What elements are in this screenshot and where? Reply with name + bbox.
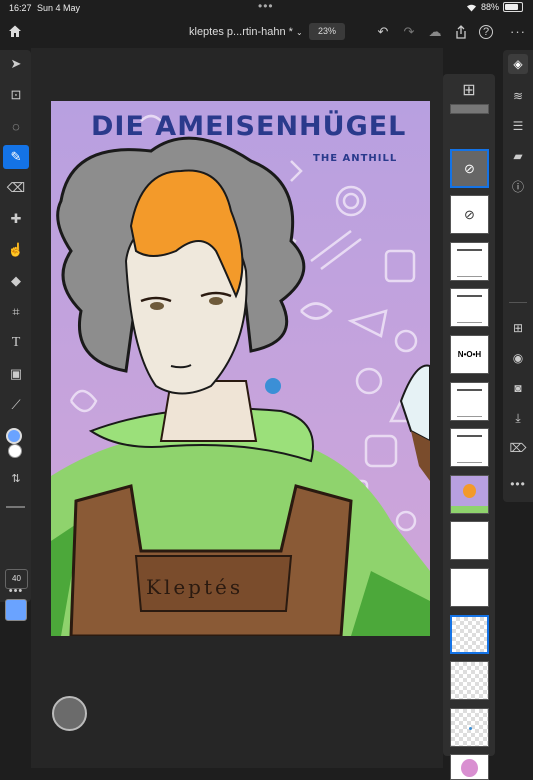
layer-thumbnail[interactable] (450, 568, 489, 607)
more-menu-icon[interactable]: ··· (510, 24, 526, 40)
hidden-eye-icon: ⊘ (464, 207, 475, 222)
cloud-icon[interactable]: ☁ (427, 24, 443, 40)
layer-thumbnail[interactable] (450, 382, 489, 421)
status-right: 88% (466, 2, 523, 12)
adjustments-icon[interactable]: ☰ (508, 116, 528, 136)
bandage-icon: ✚ (10, 211, 22, 226)
eyedropper-icon: ⟋ (11, 397, 21, 412)
add-icon[interactable]: ⊞ (508, 318, 528, 338)
home-icon[interactable] (8, 24, 22, 38)
eraser-icon: ⌫ (6, 180, 26, 195)
layer-thumbnail[interactable] (450, 475, 489, 514)
battery-level (505, 4, 518, 10)
artwork-name-badge: Kleptés (146, 575, 244, 599)
select-tool[interactable]: ➤ (3, 52, 29, 76)
hidden-eye-icon: ⊘ (464, 161, 475, 176)
text-icon: T (11, 335, 21, 350)
crop-tool[interactable]: ⌗ (3, 300, 29, 324)
battery-percent: 88% (480, 2, 499, 12)
artwork-illustration (51, 101, 430, 636)
secondary-color-swatch[interactable] (8, 444, 22, 458)
top-bar: kleptes p...rtin-hahn * ⌄ 23% ↶ ↷ ☁ ? ··… (0, 16, 533, 48)
add-layer-icon[interactable]: ⊞ (460, 82, 478, 100)
more-tools-icon[interactable]: ••• (3, 579, 29, 603)
undo-icon[interactable]: ↶ (375, 24, 391, 40)
layer-thumbnail[interactable] (450, 754, 489, 780)
healing-tool[interactable]: ✚ (3, 207, 29, 231)
layer-thumbnail[interactable] (450, 708, 489, 747)
layer-properties-icon[interactable]: ≋ (508, 86, 528, 106)
brush-size-slider[interactable] (6, 506, 25, 508)
artwork-subtitle: THE ANTHILL (313, 153, 398, 164)
help-icon[interactable]: ? (479, 25, 493, 39)
redo-icon[interactable]: ↷ (401, 24, 417, 40)
smudge-icon: ☝ (7, 242, 25, 257)
layer-thumbnail[interactable] (450, 242, 489, 281)
zoom-level[interactable]: 23% (309, 23, 345, 40)
transform-tool[interactable]: ⊡ (3, 83, 29, 107)
comments-icon[interactable]: ▰ (508, 146, 528, 166)
divider (509, 302, 527, 303)
layer-thumbnail[interactable]: ⊘ (450, 149, 489, 188)
merge-icon[interactable]: ⤓ (508, 408, 528, 428)
left-toolbar: ➤ ⊡ ◌ ✎ ⌫ ✚ ☝ ◆ ⌗ T ▣ ⟋ ⇅ 40 ••• (0, 50, 31, 621)
image-tool[interactable]: ▣ (3, 362, 29, 386)
brush-tool[interactable]: ✎ (3, 145, 29, 169)
layer-thumbnail[interactable]: N•O•H (450, 335, 489, 374)
mask-icon[interactable]: ◙ (508, 378, 528, 398)
layers-icon[interactable]: ◈ (508, 54, 528, 74)
clear-icon[interactable]: ⌦ (508, 438, 528, 458)
type-tool[interactable]: T (3, 331, 29, 355)
multitask-dots[interactable]: ••• (258, 0, 274, 13)
artwork-canvas[interactable]: DIE AMEISENHÜGEL THE ANTHILL Kleptés (51, 101, 430, 636)
status-date: Sun 4 May (37, 3, 81, 13)
layer-thumbnail[interactable] (450, 288, 489, 327)
info-icon[interactable]: ⓘ (508, 176, 528, 196)
layer-thumbnail[interactable] (450, 661, 489, 700)
swap-colors-tool[interactable]: ⇅ (3, 466, 29, 490)
eraser-tool[interactable]: ⌫ (3, 176, 29, 200)
document-title-text: kleptes p...rtin-hahn * (189, 26, 293, 38)
right-toolbar: ◈ ≋ ☰ ▰ ⓘ ⊞ ◉ ◙ ⤓ ⌦ ••• (503, 50, 533, 502)
status-bar: 16:27 Sun 4 May ••• 88% (0, 0, 533, 16)
lasso-icon: ◌ (12, 118, 20, 134)
document-title[interactable]: kleptes p...rtin-hahn * ⌄ (189, 26, 303, 38)
crop-icon: ⌗ (12, 304, 20, 319)
touch-shortcut-button[interactable] (52, 696, 87, 731)
eyedropper-tool[interactable]: ⟋ (3, 393, 29, 417)
pointer-icon: ➤ (10, 56, 22, 71)
primary-color-swatch[interactable] (6, 428, 22, 444)
share-icon[interactable] (453, 24, 469, 40)
paint-bucket-icon: ◆ (11, 273, 21, 288)
more-icon[interactable]: ••• (508, 474, 528, 494)
smudge-tool[interactable]: ☝ (3, 238, 29, 262)
layer-thumbnail[interactable] (450, 104, 489, 114)
swap-icon: ⇅ (11, 472, 21, 485)
artwork-title: DIE AMEISENHÜGEL (91, 111, 407, 142)
layer-thumbnail[interactable] (450, 615, 489, 654)
layer-thumbnail[interactable] (450, 428, 489, 467)
layer-thumbnail[interactable]: ⊘ (450, 195, 489, 234)
brush-icon: ✎ (10, 149, 22, 164)
status-time: 16:27 (9, 3, 32, 13)
image-icon: ▣ (9, 366, 23, 381)
chevron-down-icon: ⌄ (296, 28, 303, 37)
fill-tool[interactable]: ◆ (3, 269, 29, 293)
layers-panel: ⊞ ⊘ ⊘ N•O•H (443, 74, 495, 780)
layer-thumbnail[interactable] (450, 521, 489, 560)
lasso-tool[interactable]: ◌ (3, 114, 29, 138)
transform-icon: ⊡ (10, 87, 22, 102)
battery-icon (503, 2, 523, 12)
wifi-icon (466, 4, 476, 11)
visibility-icon[interactable]: ◉ (508, 348, 528, 368)
